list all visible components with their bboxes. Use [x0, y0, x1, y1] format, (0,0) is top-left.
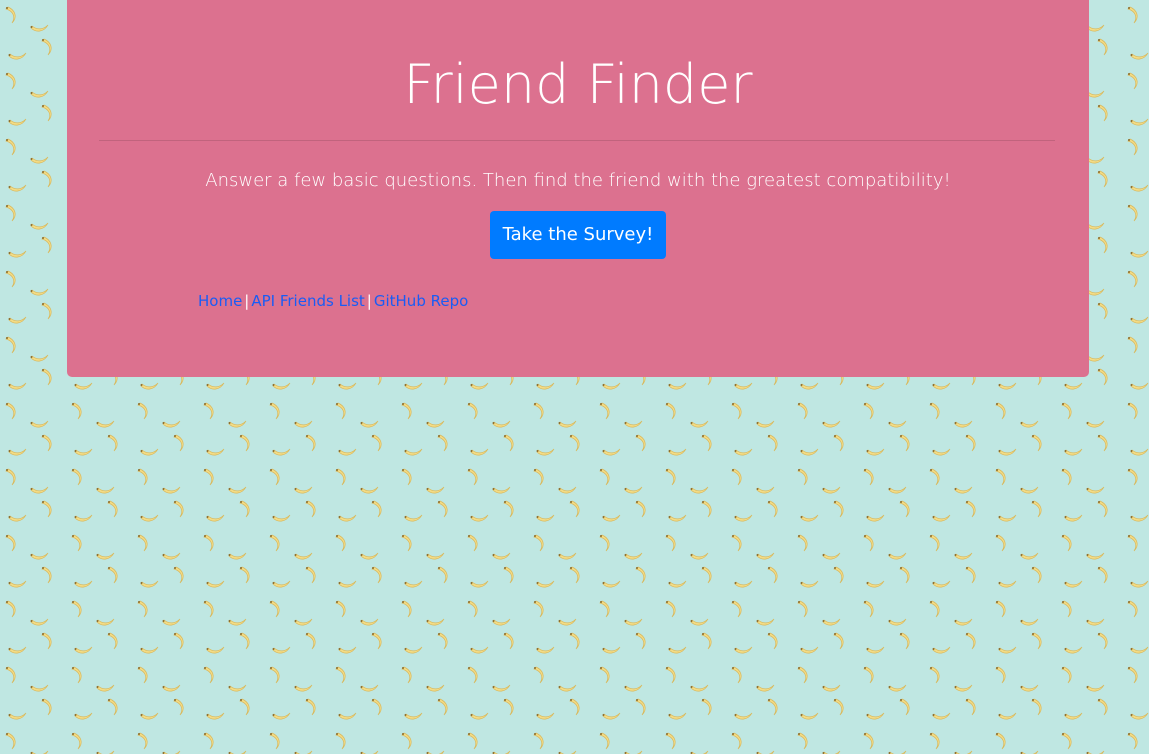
link-separator: |	[244, 292, 250, 310]
github-repo-link[interactable]: GitHub Repo	[374, 292, 468, 310]
divider	[99, 140, 1055, 141]
page-title: Friend Finder	[403, 53, 753, 116]
api-friends-list-link[interactable]: API Friends List	[251, 292, 364, 310]
footer-links: Home | API Friends List | GitHub Repo	[198, 290, 468, 312]
home-link[interactable]: Home	[198, 292, 242, 310]
link-separator: |	[366, 292, 372, 310]
lead-text: Answer a few basic questions. Then find …	[205, 170, 951, 191]
jumbotron: Friend Finder Answer a few basic questio…	[67, 0, 1089, 377]
take-survey-button[interactable]: Take the Survey!	[490, 211, 666, 259]
